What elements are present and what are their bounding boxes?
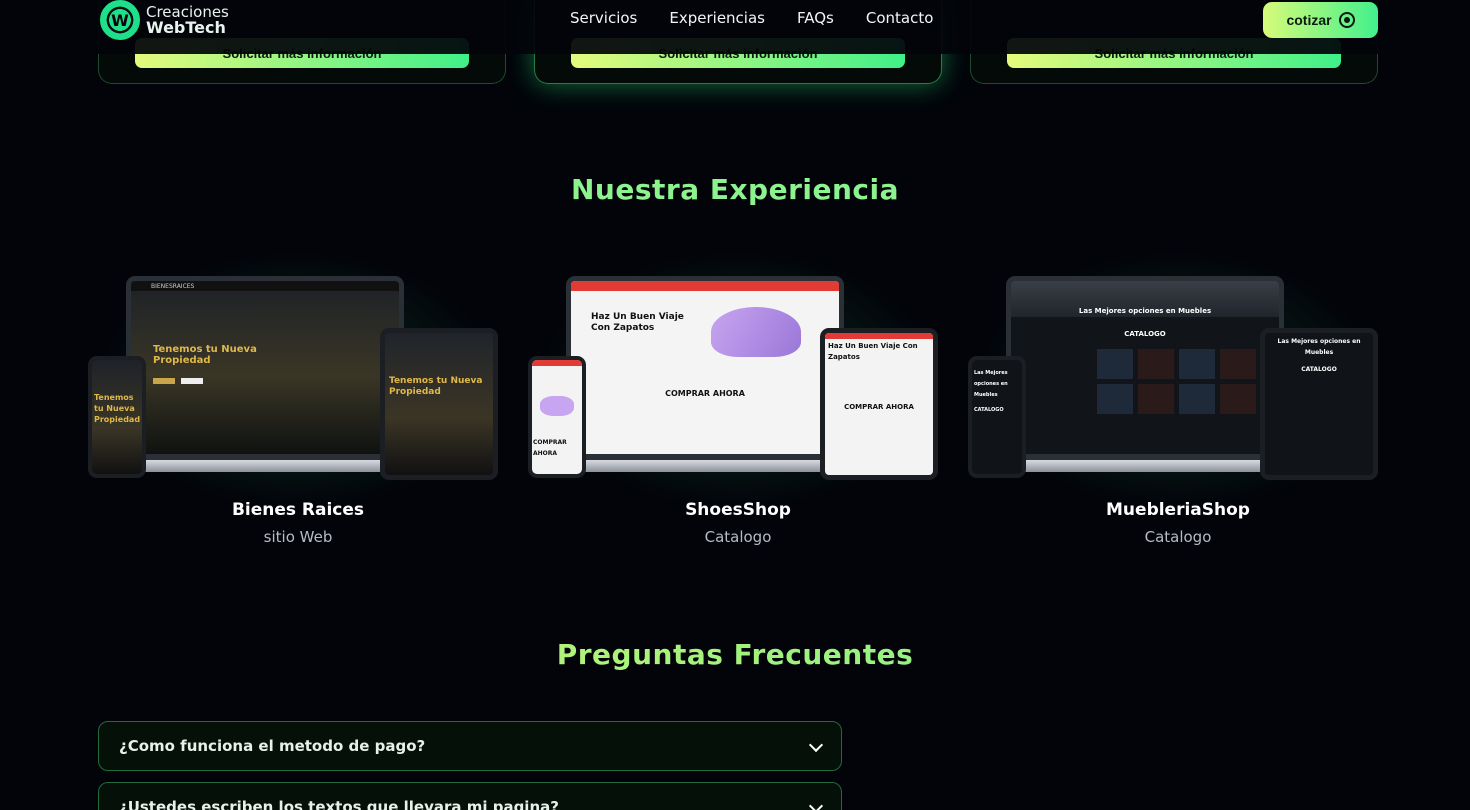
tablet-screen: Haz Un Buen Viaje Con Zapatos COMPRAR AH… <box>820 328 938 480</box>
quote-button[interactable]: cotizar <box>1263 2 1378 38</box>
screen-section: COMPRAR AHORA <box>533 439 567 457</box>
faq-question: ¿Ustedes escriben los textos que llevara… <box>119 798 559 810</box>
laptop-screen: Las Mejores opciones en Muebles CATALOGO <box>1006 276 1284 462</box>
screen-headline: Haz Un Buen Viaje Con Zapatos <box>828 342 918 361</box>
project-type: Catalogo <box>704 528 772 546</box>
experience-title: Nuestra Experiencia <box>571 173 899 206</box>
screen-headline: Tenemos tu Nueva Propiedad <box>94 393 141 424</box>
faq-item[interactable]: ¿Ustedes escriben los textos que llevara… <box>98 782 842 810</box>
experience-item-shoesshop[interactable]: Haz Un Buen Viaje Con Zapatos COMPRAR AH… <box>518 250 958 570</box>
screen-headline: Haz Un Buen Viaje Con Zapatos <box>591 312 684 333</box>
screen-navbar <box>571 281 839 291</box>
device-mockup-image: BIENESRAICES Tenemos tu Nueva Propiedad … <box>88 276 508 481</box>
whatsapp-icon <box>1338 12 1355 28</box>
laptop-screen: BIENESRAICES Tenemos tu Nueva Propiedad <box>126 276 404 462</box>
phone-screen: Tenemos tu Nueva Propiedad <box>88 356 146 478</box>
logo-icon: W <box>100 0 140 40</box>
nav-item-faqs[interactable]: FAQs <box>797 9 834 27</box>
screen-headline: Las Mejores opciones en Muebles <box>974 370 1008 398</box>
project-type: sitio Web <box>263 528 333 546</box>
phone-screen: COMPRAR AHORA <box>528 356 586 478</box>
product-grid <box>1097 349 1279 414</box>
top-navbar: W Creaciones WebTech Servicios Experienc… <box>0 0 1470 54</box>
screen-navbar <box>532 360 582 366</box>
product-tile <box>1097 349 1133 379</box>
product-tile <box>1138 384 1174 414</box>
brand-logo[interactable]: W Creaciones WebTech <box>100 0 229 40</box>
faq-question: ¿Como funciona el metodo de pago? <box>119 737 426 755</box>
screen-headline: Tenemos tu Nueva Propiedad <box>153 344 257 366</box>
brand-line2: WebTech <box>146 18 226 37</box>
project-name: MuebleriaShop <box>1106 500 1250 520</box>
main-menu: Servicios Experiencias FAQs Contacto <box>570 9 933 27</box>
faq-item[interactable]: ¿Como funciona el metodo de pago? <box>98 721 842 771</box>
screen-section: CATALOGO <box>1124 330 1166 338</box>
nav-item-contacto[interactable]: Contacto <box>866 9 934 27</box>
brand-name: Creaciones WebTech <box>146 4 229 36</box>
screen-section: CATALOGO <box>974 407 1004 413</box>
screen-brand: BIENESRAICES <box>131 281 399 291</box>
chevron-down-icon <box>808 737 824 753</box>
phone-screen: Las Mejores opciones en Muebles CATALOGO <box>968 356 1026 478</box>
tablet-screen: Tenemos tu Nueva Propiedad <box>380 328 498 480</box>
faq-title: Preguntas Frecuentes <box>0 638 1470 671</box>
product-tile <box>1220 384 1256 414</box>
product-tile <box>1220 349 1256 379</box>
quote-button-label: cotizar <box>1286 12 1332 28</box>
product-tile <box>1179 384 1215 414</box>
product-tile <box>1179 349 1215 379</box>
device-mockup-image: Las Mejores opciones en Muebles CATALOGO… <box>968 276 1388 481</box>
project-name: ShoesShop <box>685 500 791 520</box>
project-name: Bienes Raices <box>231 500 365 520</box>
experience-item-bienes-raices[interactable]: BIENESRAICES Tenemos tu Nueva Propiedad … <box>78 250 518 570</box>
experience-item-muebleriashop[interactable]: Las Mejores opciones en Muebles CATALOGO… <box>958 250 1398 570</box>
tablet-screen: Las Mejores opciones en Muebles CATALOGO <box>1260 328 1378 480</box>
screen-button <box>181 378 203 384</box>
nav-item-servicios[interactable]: Servicios <box>570 9 637 27</box>
device-mockup-image: Haz Un Buen Viaje Con Zapatos COMPRAR AH… <box>528 276 948 481</box>
nav-item-experiencias[interactable]: Experiencias <box>669 9 765 27</box>
product-tile <box>1097 384 1133 414</box>
screen-section: COMPRAR AHORA <box>844 403 914 411</box>
screen-button <box>153 378 175 384</box>
screen-headline: Las Mejores opciones en Muebles <box>1078 307 1212 315</box>
screen-headline: Las Mejores opciones en Muebles <box>1277 338 1361 356</box>
project-type: Catalogo <box>1144 528 1212 546</box>
shoe-illustration <box>540 396 574 416</box>
screen-headline: Tenemos tu Nueva Propiedad <box>389 376 483 397</box>
chevron-down-icon <box>808 798 824 810</box>
shoe-illustration <box>711 307 801 357</box>
screen-section: CATALOGO <box>1301 366 1337 373</box>
product-tile <box>1138 349 1174 379</box>
laptop-screen: Haz Un Buen Viaje Con Zapatos COMPRAR AH… <box>566 276 844 462</box>
screen-section: COMPRAR AHORA <box>665 389 745 398</box>
